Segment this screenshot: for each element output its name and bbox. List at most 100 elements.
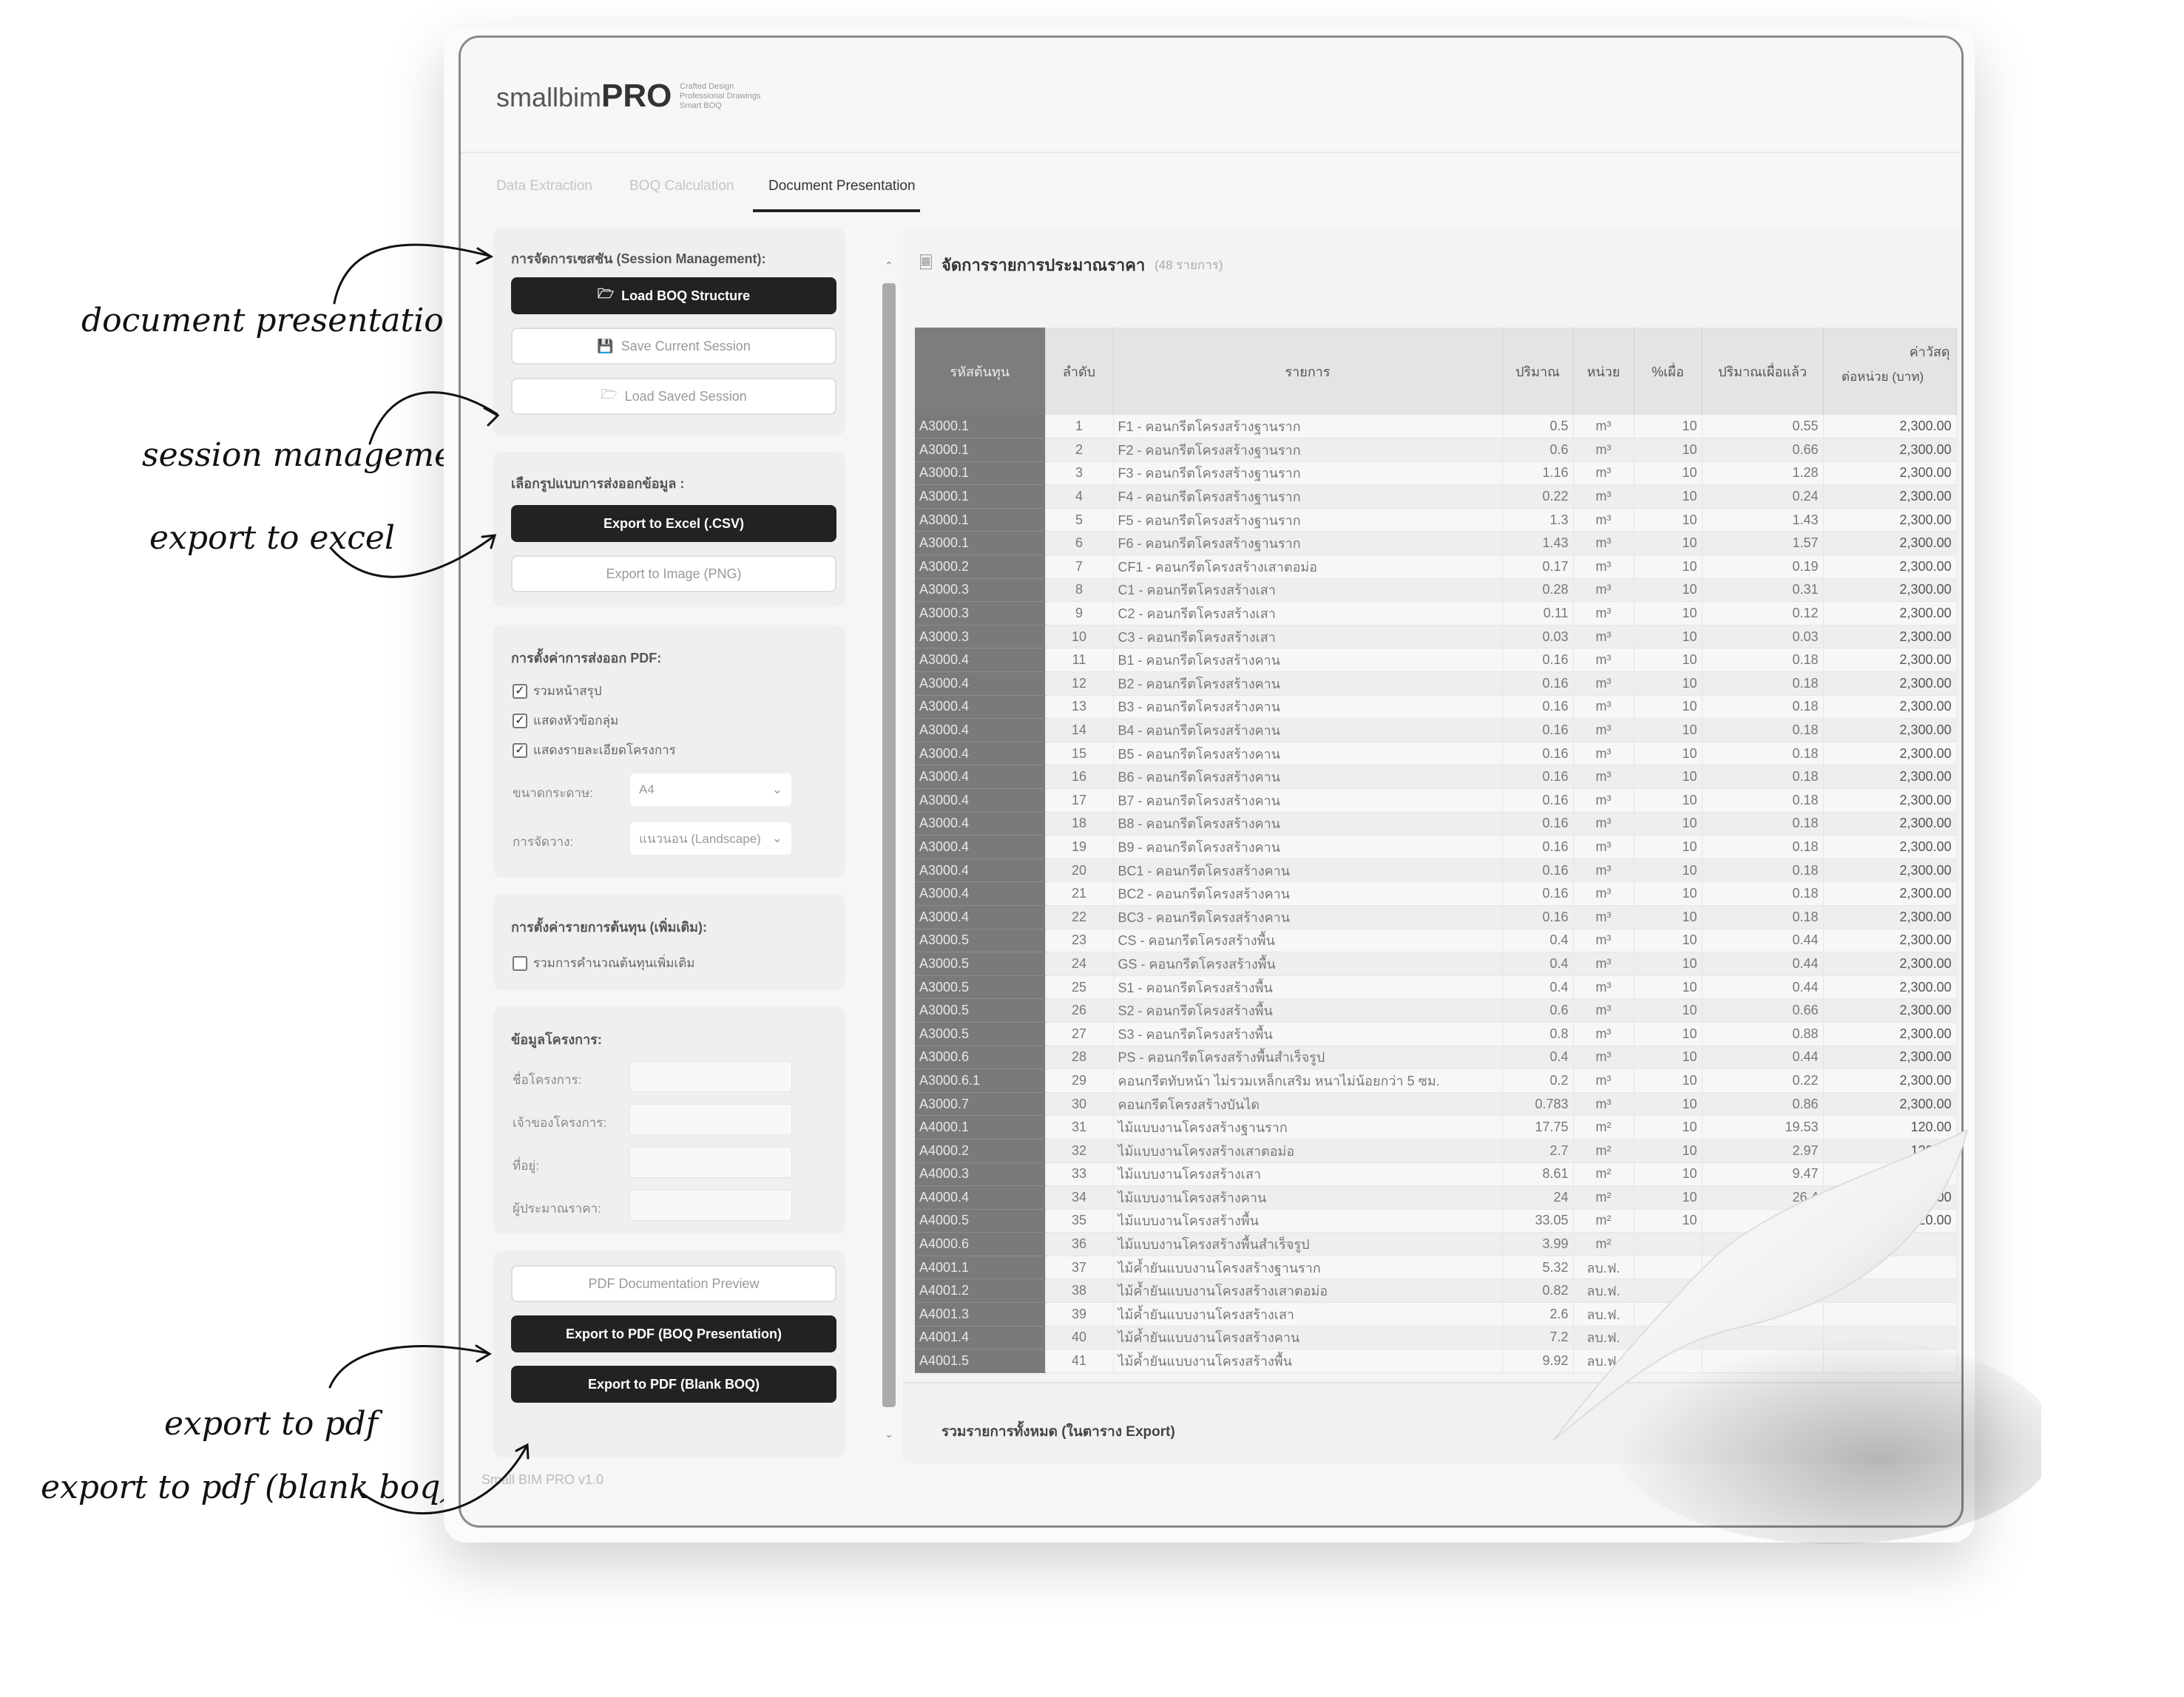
table-row[interactable]: A3000.4 20 BC1 - คอนกรีตโครงสร้างคาน 0.16 m³… [915,858,1957,883]
load-boq-button[interactable]: 🗁 Load BOQ Structure [511,277,836,314]
cell-no: 7 [1045,555,1114,579]
orientation-select[interactable]: แนวนอน (Landscape) ⌄ [629,822,792,856]
save-session-button[interactable]: 💾 Save Current Session [511,328,836,365]
table-row[interactable]: A3000.4 11 B1 - คอนกรีตโครงสร้างคาน 0.16 m³ 1… [915,648,1957,673]
cell-no: 28 [1045,1046,1114,1070]
cell-qty: 0.16 [1502,671,1574,696]
table-row[interactable]: A3000.5 24 GS - คอนกรีตโครงสร้างพื้น 0.4 m³ 1… [915,952,1957,976]
cell-no: 31 [1045,1115,1114,1139]
tab-boq-calculation[interactable]: BOQ Calculation [629,178,734,194]
cell-unit-price: 2,300.00 [1823,881,1957,906]
export-pdf-blank-button[interactable]: Export to PDF (Blank BOQ) [511,1366,836,1403]
cell-cost-code: A3000.4 [915,671,1046,696]
cell-no: 6 [1045,531,1114,556]
table-row[interactable]: A3000.1 5 F5 - คอนกรีตโครงสร้างฐานราก 1.3 m³… [915,508,1957,532]
export-image-button[interactable]: Export to Image (PNG) [511,555,836,592]
cell-waste: 10 [1634,671,1703,696]
cell-unit-price: 2,300.00 [1823,742,1957,766]
cell-no: 16 [1045,765,1114,789]
checkbox-checked[interactable]: ✓ [513,713,527,728]
export-excel-button[interactable]: Export to Excel (.CSV) [511,505,836,542]
cell-cost-code: A4000.3 [915,1162,1046,1187]
table-row[interactable]: A3000.1 4 F4 - คอนกรีตโครงสร้างฐานราก 0.22 m… [915,484,1957,509]
cell-qty: 0.16 [1502,858,1574,883]
include-extra-cost-checkbox[interactable]: รวมการคำนวณต้นทุนเพิ่มเติม [513,953,694,973]
cell-unit-price: 2,300.00 [1823,765,1957,789]
cell-item: ไม้ค้ำยันแบบงานโครงสร้างเสาตอม่อ [1113,1278,1503,1304]
cell-unit-price: 2,300.00 [1823,812,1957,836]
cell-unit: m³ [1573,508,1634,532]
load-session-button[interactable]: 🗁 Load Saved Session [511,378,836,415]
estimator-input[interactable] [629,1190,792,1221]
export-panel: เลือกรูปแบบการส่งออกข้อมูล : Export to E… [493,452,845,607]
table-row[interactable]: A3000.4 22 BC3 - คอนกรีตโครงสร้างคาน 0.16 m³… [915,905,1957,929]
cell-qty: 0.22 [1502,484,1574,509]
table-row[interactable]: A3000.4 15 B5 - คอนกรีตโครงสร้างคาน 0.16 m³ 1… [915,742,1957,766]
table-row[interactable]: A3000.4 21 BC2 - คอนกรีตโครงสร้างคาน 0.16 m³… [915,881,1957,906]
include-summary-checkbox[interactable]: ✓ รวมหน้าสรุป [513,681,602,701]
cell-waste: 10 [1634,555,1703,579]
cell-cost-code: A3000.1 [915,461,1046,486]
checkbox-checked[interactable]: ✓ [513,742,527,758]
cell-no: 27 [1045,1022,1114,1046]
cell-unit-price: 2,300.00 [1823,648,1957,673]
checkbox-unchecked[interactable] [513,955,527,971]
cell-unit-price: 2,300.00 [1823,671,1957,696]
table-row[interactable]: A3000.4 19 B9 - คอนกรีตโครงสร้างคาน 0.16 m³ 1… [915,835,1957,859]
table-row[interactable]: A3000.4 17 B7 - คอนกรีตโครงสร้างคาน 0.16 m³ 1… [915,788,1957,813]
cell-waste: 10 [1634,625,1703,649]
export-pdf-boq-button[interactable]: Export to PDF (BOQ Presentation) [511,1315,836,1352]
paper-size-select[interactable]: A4 ⌄ [629,773,792,807]
cell-unit: m³ [1573,788,1634,813]
table-row[interactable]: A3000.4 12 B2 - คอนกรีตโครงสร้างคาน 0.16 m³ 1… [915,671,1957,696]
table-row[interactable]: A3000.4 14 B4 - คอนกรีตโครงสร้างคาน 0.16 m³ 1… [915,718,1957,742]
tab-document-presentation[interactable]: Document Presentation [768,178,916,194]
col-material: ค่าวัสดุ ต่อหน่วย (บาท) [1823,328,1957,415]
cell-cost-code: A3000.4 [915,835,1046,859]
cell-unit: m³ [1573,881,1634,906]
table-row[interactable]: A3000.3 8 C1 - คอนกรีตโครงสร้างเสา 0.28 m³ 10… [915,578,1957,603]
address-input[interactable] [629,1147,792,1178]
table-row[interactable]: A3000.1 3 F3 - คอนกรีตโครงสร้างฐานราก 1.16 m… [915,461,1957,486]
scroll-up-icon[interactable]: ⌃ [881,260,897,276]
table-row[interactable]: A3000.3 9 C2 - คอนกรีตโครงสร้างเสา 0.11 m³ 10… [915,601,1957,626]
pdf-preview-button[interactable]: PDF Documentation Preview [511,1265,836,1302]
show-group-header-checkbox[interactable]: ✓ แสดงหัวข้อกลุ่ม [513,711,618,731]
cell-item: ไม้ค้ำยันแบบงานโครงสร้างเสา [1113,1302,1503,1327]
table-row[interactable]: A3000.1 2 F2 - คอนกรีตโครงสร้างฐานราก 0.6 m³… [915,438,1957,462]
cell-qty-waste: 0.44 [1702,929,1824,953]
table-row[interactable]: A3000.4 13 B3 - คอนกรีตโครงสร้างคาน 0.16 m³ 1… [915,695,1957,719]
scroll-down-icon[interactable]: ⌄ [881,1428,897,1444]
table-row[interactable]: A3000.1 1 F1 - คอนกรีตโครงสร้างฐานราก 0.5 m³… [915,415,1957,439]
export-title: เลือกรูปแบบการส่งออกข้อมูล : [511,476,685,491]
table-row[interactable]: A3000.2 7 CF1 - คอนกรีตโครงสร้างเสาตอม่อ 0.… [915,555,1957,579]
cell-waste: 10 [1634,929,1703,953]
tab-data-extraction[interactable]: Data Extraction [496,178,592,194]
project-name-input[interactable] [629,1061,792,1092]
cell-cost-code: A4001.2 [915,1278,1046,1304]
cell-qty: 0.16 [1502,905,1574,929]
project-owner-input[interactable] [629,1104,792,1135]
paper-size-label: ขนาดกระดาษ: [513,786,593,800]
cell-waste: 10 [1634,484,1703,509]
cell-cost-code: A4001.1 [915,1256,1046,1280]
cell-cost-code: A3000.4 [915,858,1046,883]
app-header: smallbim PRO Crafted Design Professional… [461,38,1961,153]
table-row[interactable]: A3000.1 6 F6 - คอนกรีตโครงสร้างฐานราก 1.43 m… [915,531,1957,556]
table-row[interactable]: A3000.3 10 C3 - คอนกรีตโครงสร้างเสา 0.03 m³ 1… [915,625,1957,649]
cell-unit-price: 2,300.00 [1823,415,1957,439]
table-row[interactable]: A3000.5 23 CS - คอนกรีตโครงสร้างพื้น 0.4 m³ 1… [915,929,1957,953]
cell-unit: m³ [1573,578,1634,603]
cell-item: S2 - คอนกรีตโครงสร้างพื้น [1113,998,1503,1023]
cell-qty-waste: 0.18 [1702,858,1824,883]
show-project-details-checkbox[interactable]: ✓ แสดงรายละเอียดโครงการ [513,740,676,760]
cell-unit: m³ [1573,625,1634,649]
table-row[interactable]: A3000.4 18 B8 - คอนกรีตโครงสร้างคาน 0.16 m³ 1… [915,812,1957,836]
estimator-label: ผู้ประมาณราคา: [513,1202,601,1216]
sidebar-scrollbar[interactable] [882,283,896,1407]
cell-unit: m³ [1573,438,1634,462]
table-row[interactable]: A3000.4 16 B6 - คอนกรีตโครงสร้างคาน 0.16 m³ 1… [915,765,1957,789]
checkbox-checked[interactable]: ✓ [513,683,527,699]
col-per-unit: ต่อหน่วย (บาท) [1841,370,1924,384]
cell-waste: 10 [1634,812,1703,836]
